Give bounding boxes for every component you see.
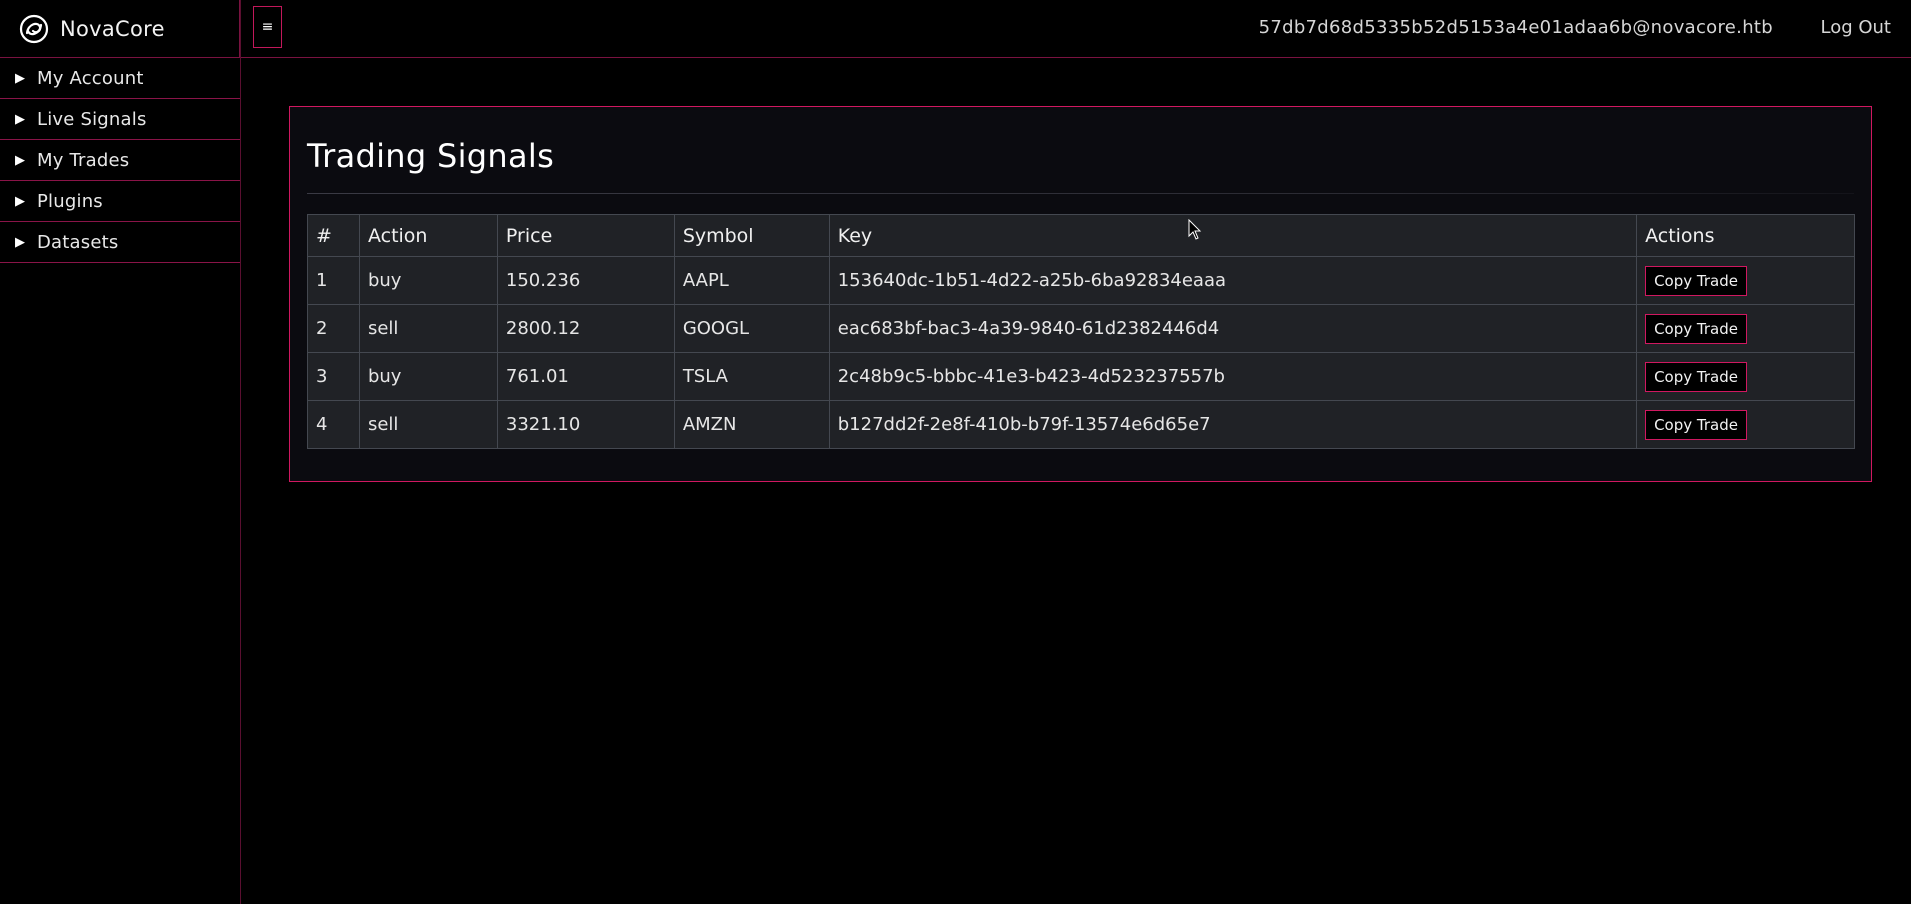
sidebar-item-label: My Trades <box>37 149 130 171</box>
cell-symbol: GOOGL <box>673 304 830 353</box>
swirl-logo-icon <box>18 13 50 45</box>
cell-num: 2 <box>307 304 360 353</box>
table-row: 1 buy 150.236 AAPL 153640dc-1b51-4d22-a2… <box>307 256 1855 305</box>
cell-actions: Copy Trade <box>1636 400 1855 449</box>
brand[interactable]: NovaCore <box>0 0 240 58</box>
triangle-right-icon: ▶ <box>15 234 25 250</box>
cell-actions: Copy Trade <box>1636 304 1855 353</box>
column-header-price: Price <box>496 214 675 257</box>
cell-price: 150.236 <box>496 256 675 305</box>
cell-price: 3321.10 <box>496 400 675 449</box>
triangle-right-icon: ▶ <box>15 70 25 86</box>
cell-key: b127dd2f-2e8f-410b-b79f-13574e6d65e7 <box>828 400 1638 449</box>
sidebar-item-plugins[interactable]: ▶ Plugins <box>0 181 240 222</box>
column-header-symbol: Symbol <box>673 214 830 257</box>
cell-action: sell <box>358 304 498 353</box>
copy-trade-button[interactable]: Copy Trade <box>1645 409 1747 440</box>
copy-trade-button[interactable]: Copy Trade <box>1645 361 1747 392</box>
sidebar-item-my-account[interactable]: ▶ My Account <box>0 58 240 99</box>
menu-toggle-button[interactable]: ≡ <box>253 6 282 48</box>
page-title: Trading Signals <box>307 137 555 175</box>
table-row: 4 sell 3321.10 AMZN b127dd2f-2e8f-410b-b… <box>307 400 1855 449</box>
sidebar-item-label: Datasets <box>37 231 119 253</box>
triangle-right-icon: ▶ <box>15 111 25 127</box>
cell-action: buy <box>358 256 498 305</box>
cell-price: 2800.12 <box>496 304 675 353</box>
cell-num: 3 <box>307 352 360 401</box>
sidebar-item-label: My Account <box>37 67 144 89</box>
sidebar-item-my-trades[interactable]: ▶ My Trades <box>0 140 240 181</box>
copy-trade-button[interactable]: Copy Trade <box>1645 313 1747 344</box>
cell-key: eac683bf-bac3-4a39-9840-61d2382446d4 <box>828 304 1638 353</box>
table-row: 2 sell 2800.12 GOOGL eac683bf-bac3-4a39-… <box>307 304 1855 353</box>
topbar: ≡ 57db7d68d5335b52d5153a4e01adaa6b@novac… <box>241 0 1911 58</box>
triangle-right-icon: ▶ <box>15 152 25 168</box>
cell-num: 4 <box>307 400 360 449</box>
mouse-cursor-icon <box>1188 219 1202 240</box>
sidebar-item-label: Live Signals <box>37 108 147 130</box>
hamburger-icon: ≡ <box>261 19 274 35</box>
column-header-actions: Actions <box>1636 214 1855 257</box>
cell-symbol: TSLA <box>673 352 830 401</box>
trading-signals-panel: Trading Signals # Action Price Symbol Ke… <box>289 106 1872 482</box>
copy-trade-button[interactable]: Copy Trade <box>1645 265 1747 296</box>
cell-key: 153640dc-1b51-4d22-a25b-6ba92834eaaa <box>828 256 1638 305</box>
logout-link[interactable]: Log Out <box>1820 17 1891 38</box>
column-header-key: Key <box>828 214 1638 257</box>
sidebar-item-label: Plugins <box>37 190 103 212</box>
cell-symbol: AAPL <box>673 256 830 305</box>
sidebar: NovaCore ▶ My Account ▶ Live Signals ▶ M… <box>0 0 241 904</box>
triangle-right-icon: ▶ <box>15 193 25 209</box>
cell-action: sell <box>358 400 498 449</box>
cell-price: 761.01 <box>496 352 675 401</box>
signals-table: # Action Price Symbol Key Actions 1 buy … <box>307 214 1855 449</box>
cell-actions: Copy Trade <box>1636 352 1855 401</box>
cell-key: 2c48b9c5-bbbc-41e3-b423-4d523237557b <box>828 352 1638 401</box>
cell-symbol: AMZN <box>673 400 830 449</box>
column-header-action: Action <box>358 214 498 257</box>
table-row: 3 buy 761.01 TSLA 2c48b9c5-bbbc-41e3-b42… <box>307 352 1855 401</box>
sidebar-item-live-signals[interactable]: ▶ Live Signals <box>0 99 240 140</box>
column-header-num: # <box>307 214 360 257</box>
divider <box>307 193 1854 194</box>
sidebar-item-datasets[interactable]: ▶ Datasets <box>0 222 240 263</box>
cell-action: buy <box>358 352 498 401</box>
user-email: 57db7d68d5335b52d5153a4e01adaa6b@novacor… <box>1258 17 1773 38</box>
cell-actions: Copy Trade <box>1636 256 1855 305</box>
cell-num: 1 <box>307 256 360 305</box>
brand-name: NovaCore <box>60 16 165 41</box>
table-header-row: # Action Price Symbol Key Actions <box>307 214 1855 257</box>
